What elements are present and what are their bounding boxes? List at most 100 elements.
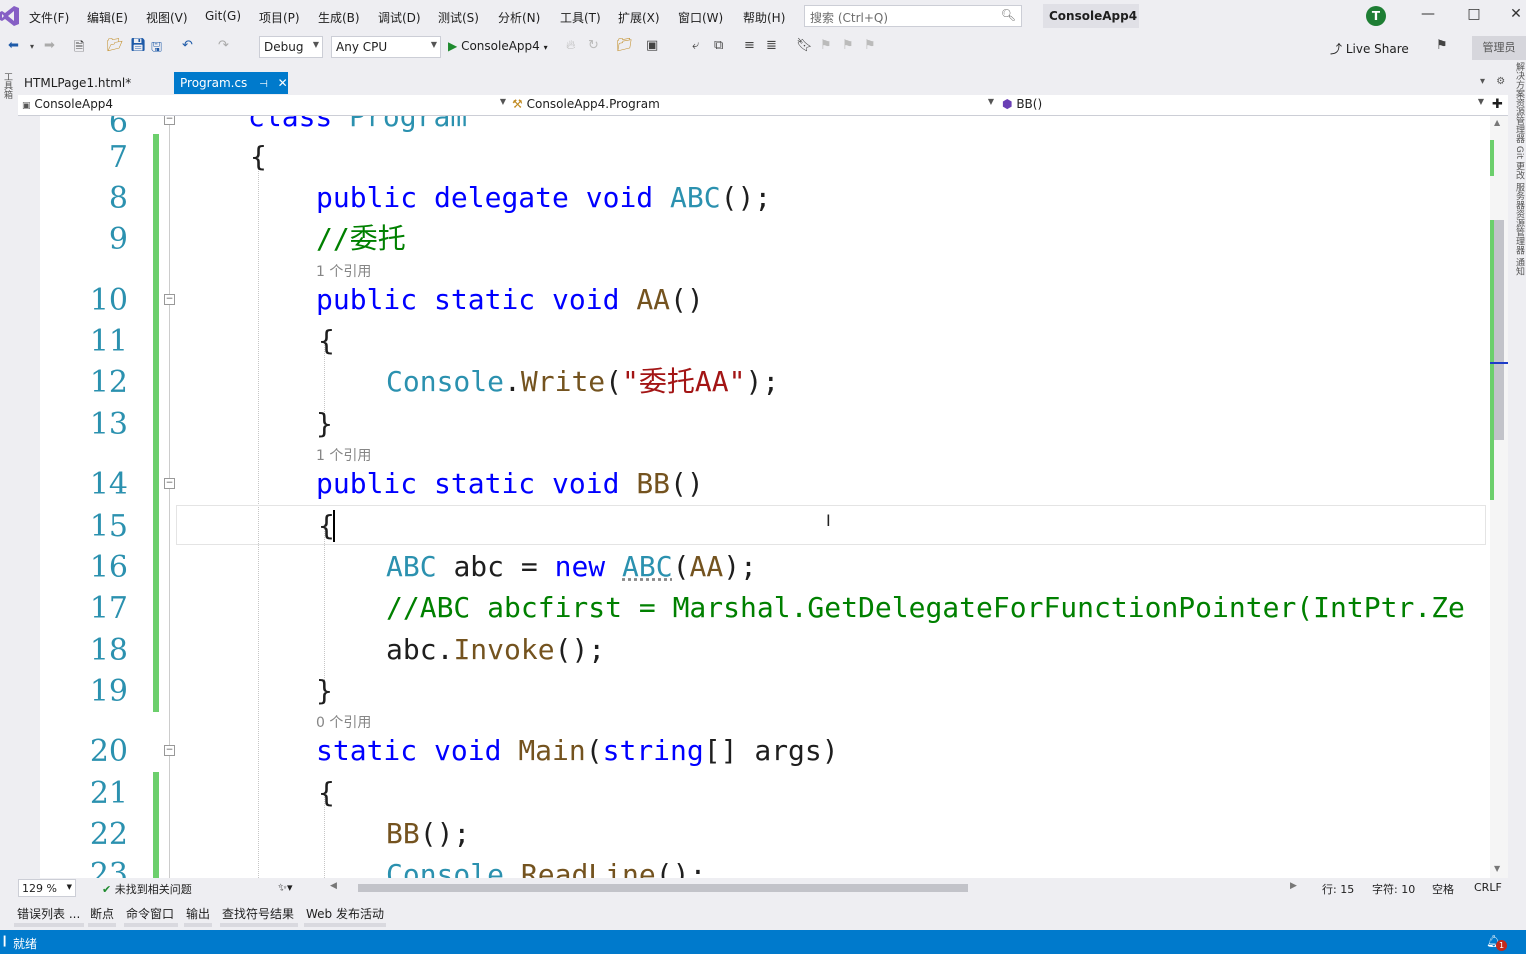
copy-icon[interactable]: ⧉ <box>714 38 723 53</box>
menu-test[interactable]: 测试(S) <box>438 9 479 26</box>
zoom-select[interactable]: 129 % ▼ <box>18 879 76 897</box>
previous-bookmark-icon[interactable]: ⚑ <box>820 38 832 53</box>
member-dropdown[interactable]: ⬢ BB() ▼ <box>1002 97 1484 115</box>
scroll-right-icon[interactable]: ▶ <box>1290 881 1297 891</box>
visual-studio-logo-icon[interactable] <box>0 5 20 27</box>
tab-underline <box>184 923 212 927</box>
live-share-button[interactable]: ⤴ Live Share <box>1330 40 1409 57</box>
new-project-icon[interactable]: 🗎 <box>74 38 84 60</box>
comment-lines-icon[interactable]: ≡ <box>744 38 755 53</box>
solution-title: ConsoleApp4 <box>1043 4 1139 28</box>
restart-icon[interactable]: ↻ <box>588 38 599 53</box>
next-bookmark-icon[interactable]: ⚑ <box>842 38 854 53</box>
save-icon[interactable]: 💾︎ <box>130 38 147 53</box>
step-icon[interactable]: ⤶ <box>692 38 699 53</box>
standard-toolbar: ⬅ ▾ ➡ 🗎 📂︎ 💾︎ 🖫︎ ↶ ↷ Debug ▼ Any CPU ▼ ▶… <box>0 33 1526 61</box>
admin-badge: 管理员 <box>1472 36 1526 60</box>
maximize-icon[interactable]: □ <box>1464 6 1484 26</box>
codelens-references[interactable]: 1 个引用 <box>316 445 371 465</box>
vertical-scrollbar[interactable]: ▲ ▼ <box>1490 116 1508 878</box>
split-window-icon[interactable]: ✚ <box>1492 97 1503 112</box>
menu-view[interactable]: 视图(V) <box>146 9 188 26</box>
menu-extensions[interactable]: 扩展(X) <box>618 9 660 26</box>
configuration-select[interactable]: Debug ▼ <box>259 36 323 58</box>
menu-git[interactable]: Git(G) <box>205 9 241 23</box>
eol-indicator[interactable]: CRLF <box>1474 881 1502 894</box>
tab-breakpoints[interactable]: 断点 <box>90 905 114 922</box>
undo-icon[interactable]: ↶ <box>182 38 193 53</box>
class-dropdown[interactable]: ⚒ ConsoleApp4.Program ▼ <box>512 97 994 115</box>
tab-htmlpage1[interactable]: HTMLPage1.html* <box>18 72 173 94</box>
back-icon[interactable]: ⬅ <box>8 38 19 53</box>
search-input[interactable]: 搜索 (Ctrl+Q) 🔍︎ <box>804 5 1022 27</box>
redo-icon[interactable]: ↷ <box>218 38 229 53</box>
gear-icon[interactable]: ⚙ <box>1496 76 1505 87</box>
collapse-icon[interactable]: − <box>164 294 175 305</box>
uncomment-lines-icon[interactable]: ≣ <box>766 38 777 53</box>
notifications-button[interactable]: 🔔︎ 1 <box>1486 934 1507 951</box>
scroll-up-icon[interactable]: ▲ <box>1494 118 1500 127</box>
code-line-9: //委托 <box>316 222 406 255</box>
close-tab-icon[interactable]: ✕ <box>278 76 288 90</box>
open-folder-icon[interactable]: 📂︎ <box>107 38 124 53</box>
menu-edit[interactable]: 编辑(E) <box>87 9 128 26</box>
line-indicator[interactable]: 行: 15 <box>1322 881 1354 897</box>
member-dropdown-value: BB() <box>1016 97 1043 111</box>
open-folder-icon[interactable]: 📁︎ <box>616 38 633 53</box>
code-editor[interactable]: 6 7 8 9 10 11 12 13 14 15 16 17 18 19 20… <box>18 116 1490 878</box>
platform-select[interactable]: Any CPU ▼ <box>331 36 441 58</box>
collapse-icon[interactable]: − <box>164 745 175 756</box>
menu-project[interactable]: 项目(P) <box>259 9 300 26</box>
right-tool-strip[interactable]: 解决方案资源管理器 Git 更改 服务器资源管理器 通知 <box>1512 62 1526 882</box>
close-icon[interactable]: ✕ <box>1506 6 1526 26</box>
clear-bookmarks-icon[interactable]: ⚑ <box>864 38 876 53</box>
screenshot-icon[interactable]: ▣ <box>646 38 658 53</box>
feedback-icon[interactable]: ⚑ <box>1436 38 1448 53</box>
collapse-icon[interactable]: − <box>164 478 175 489</box>
menu-build[interactable]: 生成(B) <box>318 9 360 26</box>
menu-window[interactable]: 窗口(W) <box>678 9 723 26</box>
status-text: 就绪 <box>13 937 38 951</box>
tab-command-window[interactable]: 命令窗口 <box>126 905 174 922</box>
hot-reload-icon[interactable]: 🔥︎ <box>566 38 576 53</box>
notification-count: 1 <box>1496 940 1507 951</box>
codelens-references[interactable]: 0 个引用 <box>316 712 371 732</box>
tab-output[interactable]: 输出 <box>186 905 210 922</box>
menu-tools[interactable]: 工具(T) <box>560 9 601 26</box>
tab-web-publish-activity[interactable]: Web 发布活动 <box>306 905 384 922</box>
forward-icon[interactable]: ➡ <box>44 38 55 53</box>
ibeam-cursor-icon: I <box>826 511 831 530</box>
tab-program-cs[interactable]: Program.cs ⊣ ✕ <box>174 72 288 94</box>
minimize-icon[interactable]: — <box>1418 6 1438 26</box>
scrollbar-thumb[interactable] <box>1494 220 1504 440</box>
code-line-20: static void Main(string[] args) <box>316 734 839 767</box>
scroll-down-icon[interactable]: ▼ <box>1494 864 1500 873</box>
toolbox-label[interactable]: 工具箱 <box>1 72 14 99</box>
bookmark-icon[interactable]: 🔖︎ <box>796 38 813 53</box>
pin-icon[interactable]: ⊣ <box>259 79 268 90</box>
code-cleanup-icon[interactable]: ✨︎▾ <box>278 881 293 895</box>
whitespace-indicator[interactable]: 空格 <box>1432 881 1454 897</box>
chevron-down-icon[interactable]: ▾ <box>1480 76 1485 87</box>
back-dropdown-icon[interactable]: ▾ <box>30 42 34 51</box>
menu-file[interactable]: 文件(F) <box>29 9 69 26</box>
issues-indicator[interactable]: ✔ 未找到相关问题 <box>102 881 192 897</box>
horizontal-scrollbar-thumb[interactable] <box>358 884 968 892</box>
project-dropdown[interactable]: ▣ ConsoleApp4 ▼ <box>22 97 506 115</box>
scroll-left-icon[interactable]: ◀ <box>330 881 337 891</box>
menu-debug[interactable]: 调试(D) <box>378 9 421 26</box>
start-debugging-button[interactable]: ▶ ConsoleApp4 ▾ <box>448 39 548 53</box>
menu-analyze[interactable]: 分析(N) <box>498 9 540 26</box>
code-line-6: class Program <box>248 116 468 133</box>
change-indicator <box>153 134 159 712</box>
save-all-icon[interactable]: 🖫︎ <box>151 38 162 60</box>
menu-help[interactable]: 帮助(H) <box>743 9 785 26</box>
codelens-references[interactable]: 1 个引用 <box>316 261 371 281</box>
tab-error-list[interactable]: 错误列表 ... <box>17 905 80 922</box>
chevron-down-icon: ▼ <box>987 97 994 106</box>
account-avatar[interactable]: T <box>1366 6 1386 26</box>
tab-find-symbol-results[interactable]: 查找符号结果 <box>222 905 294 922</box>
collapse-icon[interactable]: − <box>164 116 175 125</box>
char-indicator[interactable]: 字符: 10 <box>1372 881 1415 897</box>
line-number: 6 <box>108 116 128 140</box>
